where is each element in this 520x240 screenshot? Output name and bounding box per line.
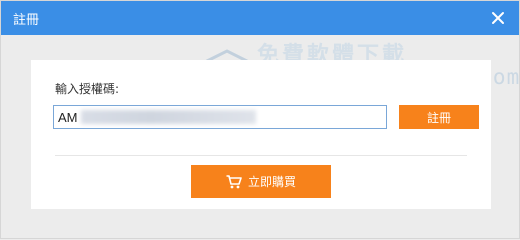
title-bar: 註冊 — [1, 1, 519, 35]
register-dialog: 註冊 免費軟體下載 http://moonpoet.com 輸入授權碼: 註冊 — [0, 0, 520, 239]
shopping-cart-icon — [226, 174, 242, 189]
buy-now-label: 立即購買 — [247, 175, 296, 189]
dialog-title: 註冊 — [13, 12, 40, 28]
close-icon — [492, 12, 504, 24]
divider — [55, 155, 467, 156]
close-button[interactable] — [483, 1, 513, 35]
form-panel: 輸入授權碼: 註冊 立即購買 — [31, 60, 491, 209]
license-code-label: 輸入授權碼: — [55, 82, 120, 96]
license-code-input[interactable] — [53, 105, 387, 129]
register-button[interactable]: 註冊 — [399, 105, 479, 129]
buy-now-button[interactable]: 立即購買 — [191, 165, 331, 198]
